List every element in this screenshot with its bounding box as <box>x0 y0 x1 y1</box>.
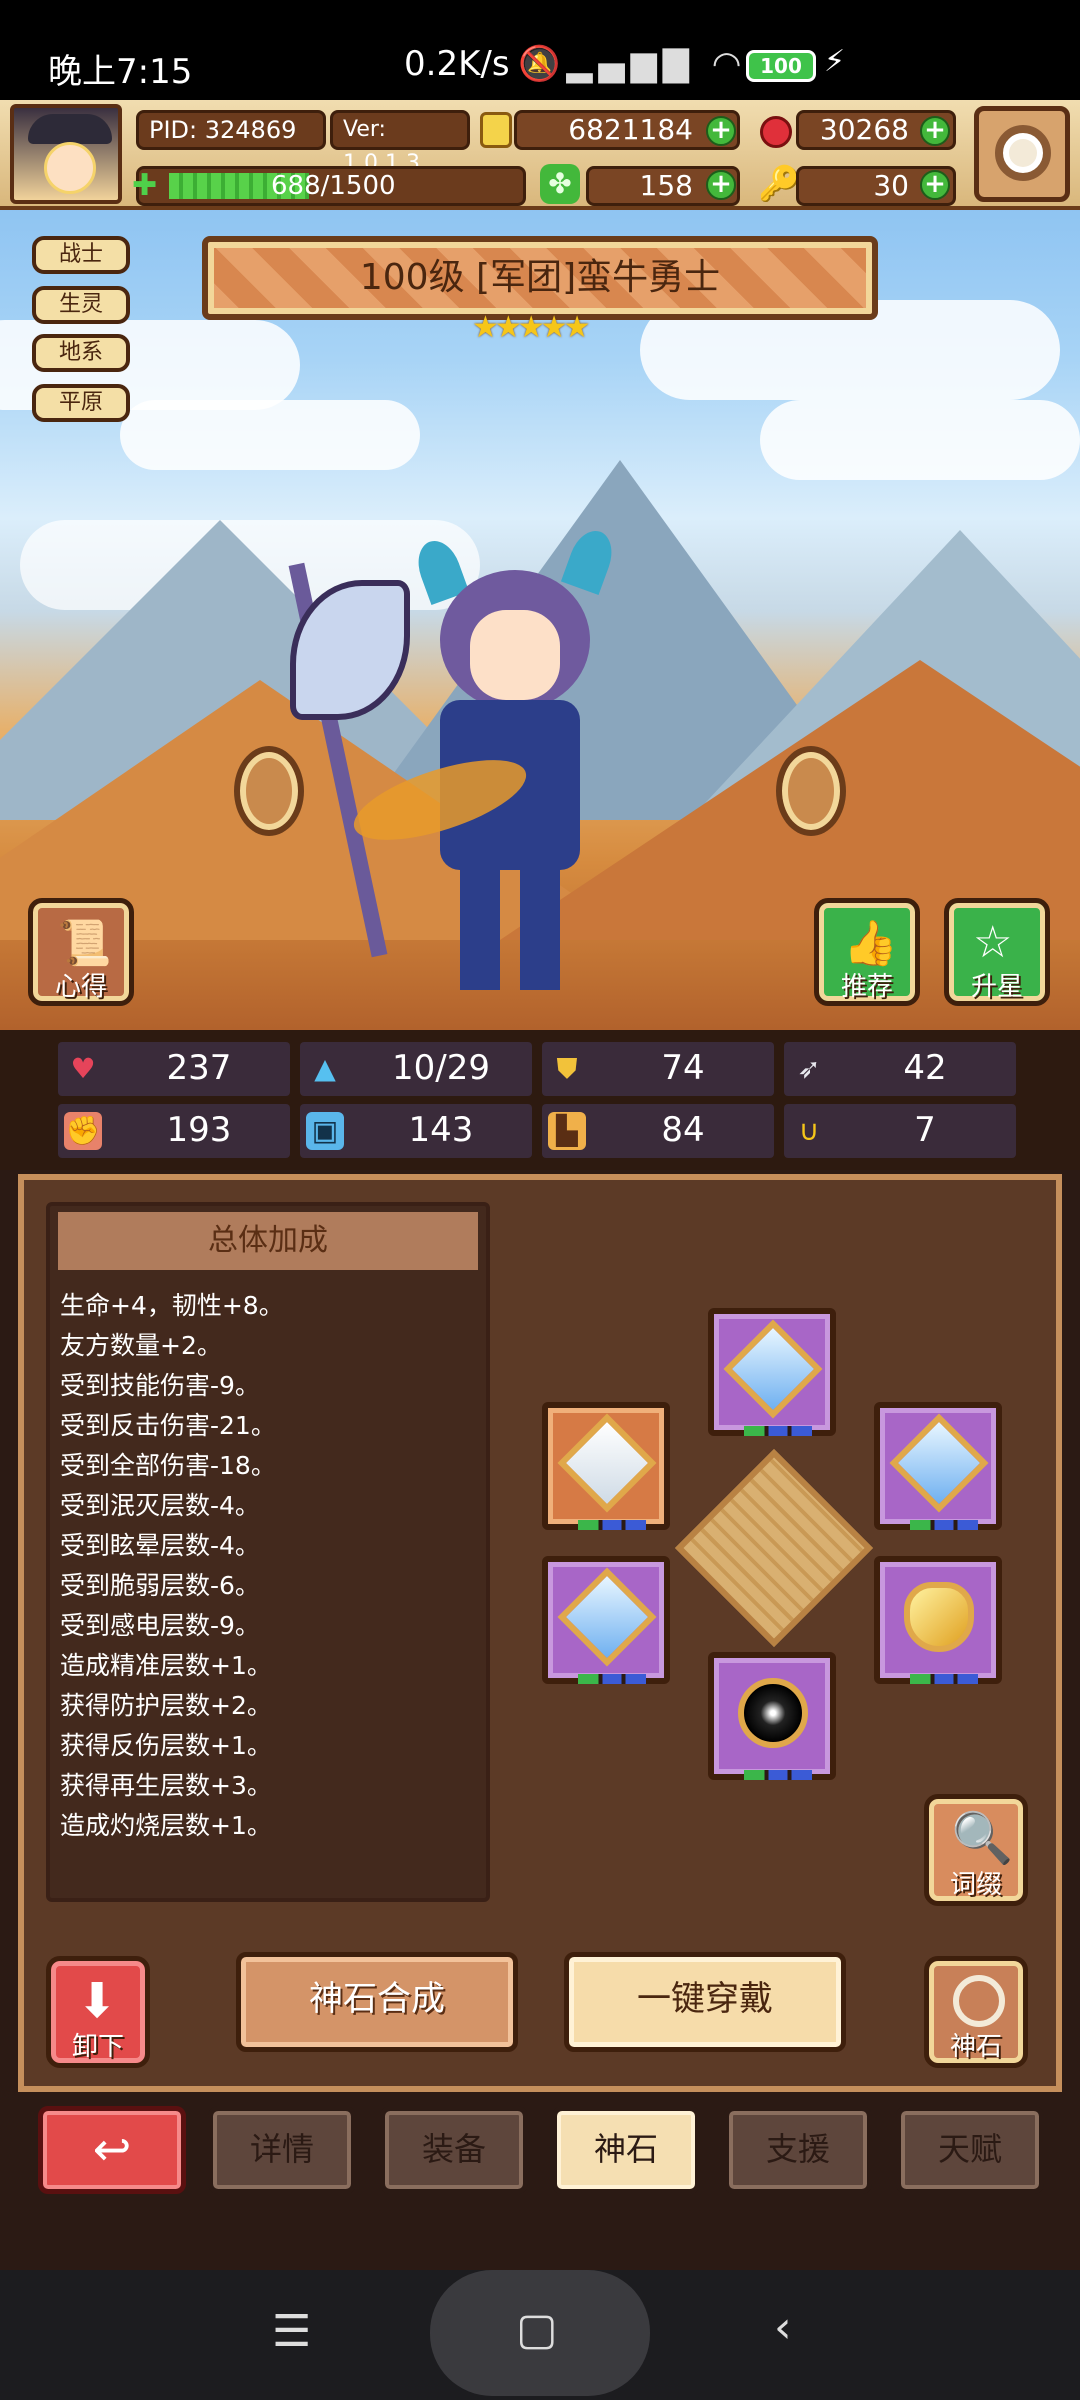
diamond-gem-icon <box>723 1319 823 1419</box>
battery-icon: 100 <box>746 50 816 82</box>
back-arrow-icon: ↩ <box>92 2122 132 2176</box>
tab-support[interactable]: 支援 <box>724 2106 872 2194</box>
heart-icon: ♥ <box>70 1052 96 1085</box>
bonus-line: 获得防护层数+2。 <box>60 1691 272 1720</box>
bonus-line: 受到脆弱层数-6。 <box>60 1571 260 1600</box>
magnifier-icon: 🔍 <box>951 1809 1014 1867</box>
total-bonus-heading: 总体加成 <box>58 1212 478 1270</box>
gem-slot-right-upper[interactable] <box>874 1402 1002 1530</box>
recent-apps-icon[interactable]: ☰ <box>272 2306 311 2357</box>
bonus-line: 受到感电层数-9。 <box>60 1611 260 1640</box>
status-bar: 晚上7:15 0.2K/s 🔕▂▄▆▇ ◠ 100 ⚡ <box>0 0 1080 100</box>
add-clover-button[interactable]: + <box>706 170 736 200</box>
stamina-bar: 688/1500 <box>136 166 526 206</box>
gem-slot-left-upper[interactable] <box>542 1402 670 1530</box>
bonus-line: 受到技能伤害-9。 <box>60 1371 260 1400</box>
insight-button[interactable]: 📜 心得 <box>28 898 134 1006</box>
bonus-line: 获得再生层数+3。 <box>60 1771 272 1800</box>
back-nav-icon[interactable]: ‹ <box>774 2302 792 2353</box>
stat-magic: ▣ 143 <box>300 1104 532 1158</box>
status-icons: 🔕▂▄▆▇ ◠ <box>518 44 748 84</box>
dark-orb-icon <box>738 1678 808 1748</box>
player-avatar[interactable] <box>10 104 122 204</box>
shield-icon: ⛊ <box>556 1052 578 1085</box>
bonus-line: 造成精准层数+1。 <box>60 1651 272 1680</box>
gold-heart-icon <box>904 1582 974 1652</box>
tab-equipment[interactable]: 装备 <box>380 2106 528 2194</box>
tab-talent[interactable]: 天赋 <box>896 2106 1044 2194</box>
gem-slot-top[interactable] <box>708 1308 836 1436</box>
tag-race: 生灵 <box>32 286 130 324</box>
craft-stone-button[interactable]: 神石合成 <box>236 1952 518 2052</box>
status-time: 晚上7:15 <box>48 52 193 92</box>
scroll-left-button[interactable] <box>234 746 304 836</box>
hero-sprite <box>288 520 710 1020</box>
home-square-icon[interactable]: ▢ <box>516 2304 558 2355</box>
scroll-icon: 📜 <box>57 918 112 969</box>
stat-attack: ✊ 193 <box>58 1104 290 1158</box>
bonus-line: 造成灼烧层数+1。 <box>60 1811 272 1840</box>
wing-icon: ➶ <box>797 1052 821 1085</box>
network-speed: 0.2K/s <box>404 44 510 84</box>
tag-class: 战士 <box>32 236 130 274</box>
fist-icon: ✊ <box>64 1112 102 1150</box>
down-arrow-icon: ⬇ <box>77 1973 118 2029</box>
gem-slot-bottom[interactable] <box>708 1652 836 1780</box>
horseshoe-icon: ∪ <box>798 1114 820 1147</box>
add-gems-button[interactable]: + <box>920 116 950 146</box>
system-nav-bar: ☰ ▢ ‹ <box>0 2270 1080 2400</box>
compass-icon <box>953 1975 1005 2027</box>
tab-details[interactable]: 详情 <box>208 2106 356 2194</box>
unequip-button[interactable]: ⬇ 卸下 <box>46 1956 150 2068</box>
stat-defense: ⛊ 74 <box>542 1042 774 1096</box>
bonus-line: 受到眩晕层数-4。 <box>60 1531 260 1560</box>
affix-button[interactable]: 🔍 词缀 <box>924 1794 1028 1906</box>
gem-slot-right-lower[interactable] <box>874 1556 1002 1684</box>
diamond-gem-icon <box>557 1567 657 1667</box>
add-keys-button[interactable]: + <box>920 170 950 200</box>
bonus-line: 获得反伤层数+1。 <box>60 1731 272 1760</box>
bonus-line: 友方数量+2。 <box>60 1331 222 1360</box>
bonus-line: 生命+4，韧性+8。 <box>60 1291 284 1320</box>
tag-element: 地系 <box>32 334 130 372</box>
stat-health: ♥ 237 <box>58 1042 290 1096</box>
recommend-button[interactable]: 👍 推荐 <box>814 898 920 1006</box>
divine-stone-button[interactable]: 神石 <box>924 1956 1028 2068</box>
upgrade-star-button[interactable]: ☆ 升星 <box>944 898 1050 1006</box>
clover-icon: ✤ <box>540 164 580 204</box>
add-gold-button[interactable]: + <box>706 116 736 146</box>
tab-divine-stone[interactable]: 神石 <box>552 2106 700 2194</box>
book-icon: ▣ <box>306 1112 344 1150</box>
charging-icon: ⚡ <box>824 44 846 79</box>
stamina-icon: ✚ <box>132 168 158 203</box>
boot-icon: ▙ <box>548 1112 586 1150</box>
stat-agility: ▙ 84 <box>542 1104 774 1158</box>
white-crystal-icon <box>557 1413 657 1513</box>
diamond-gem-icon <box>889 1413 989 1513</box>
gold-coin-icon <box>480 112 512 148</box>
hero-star-rating: ★★★★★ <box>472 310 591 345</box>
back-button[interactable]: ↩ <box>38 2106 186 2194</box>
key-icon: 🔑 <box>758 164 801 204</box>
settings-gear-icon[interactable] <box>974 106 1070 202</box>
bonus-line: 受到泯灭层数-4。 <box>60 1491 260 1520</box>
bonus-line: 受到全部伤害-18。 <box>60 1451 276 1480</box>
equip-all-button[interactable]: 一键穿戴 <box>564 1952 846 2052</box>
stamina-value: 688/1500 <box>271 171 396 201</box>
scroll-right-button[interactable] <box>776 746 846 836</box>
gem-slot-left-lower[interactable] <box>542 1556 670 1684</box>
player-id: PID: 324869 <box>136 110 326 150</box>
red-gem-icon <box>760 116 792 148</box>
stat-speed: ➶ 42 <box>784 1042 1016 1096</box>
stat-mana: ▲ 10/29 <box>300 1042 532 1096</box>
hero-title-banner: 100级 [军团]蛮牛勇士 <box>202 236 878 320</box>
stat-luck: ∪ 7 <box>784 1104 1016 1158</box>
game-version: Ver: 1.0.1.3 <box>330 110 470 176</box>
thumbs-up-icon: 👍 <box>843 918 898 969</box>
star-icon: ☆ <box>973 917 1013 968</box>
water-drop-icon: ▲ <box>314 1052 336 1085</box>
tag-terrain: 平原 <box>32 384 130 422</box>
bonus-line: 受到反击伤害-21。 <box>60 1411 276 1440</box>
